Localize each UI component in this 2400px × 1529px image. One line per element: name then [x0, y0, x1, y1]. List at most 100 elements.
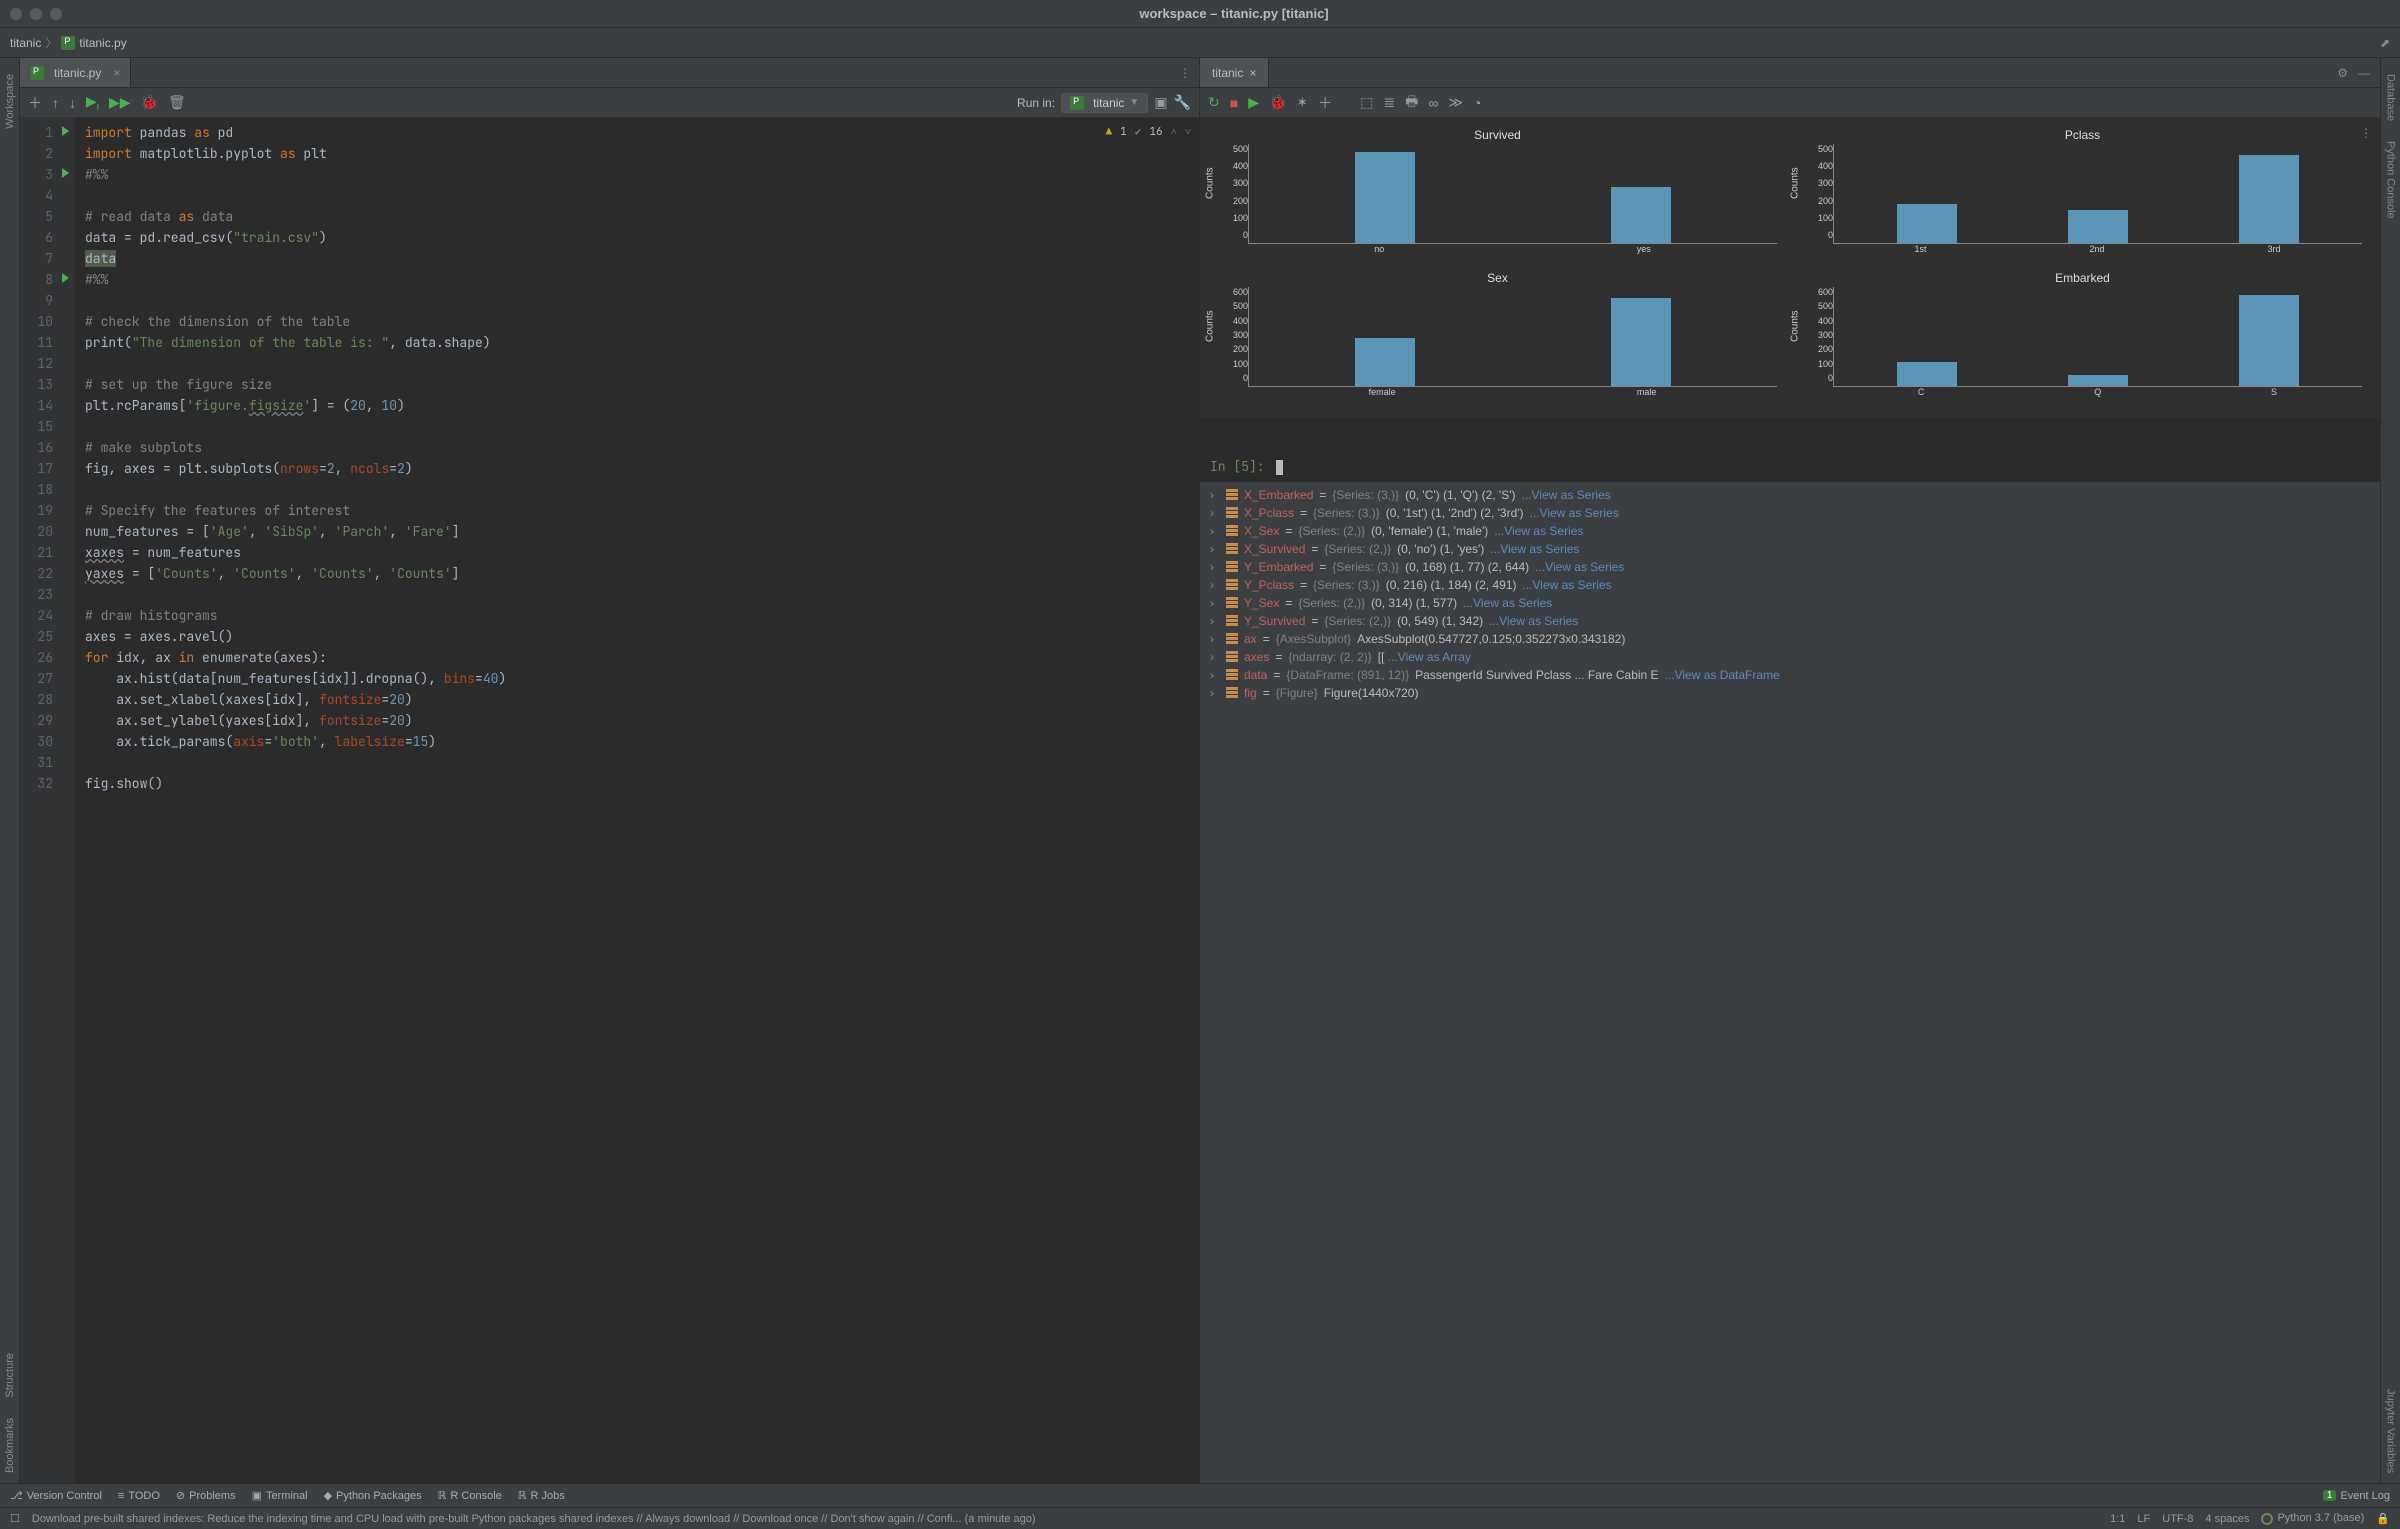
python-packages-button[interactable]: ◆ Python Packages	[324, 1489, 422, 1502]
expand-icon[interactable]: ›	[1210, 596, 1220, 610]
layout-icon-2[interactable]: ≣	[1383, 94, 1395, 111]
expand-icon[interactable]: ›	[1210, 578, 1220, 592]
move-up-icon[interactable]: ↑	[52, 95, 59, 111]
view-as-link[interactable]: ...View as Series	[1490, 542, 1579, 556]
chevron-down-icon[interactable]: ˅	[1185, 122, 1191, 143]
code-editor[interactable]: 1 2 3 4567 8 9101112 13141516 17181920 2…	[20, 118, 1199, 1483]
scroll-to-end-icon[interactable]: ≫	[1448, 94, 1463, 111]
settings-wrench-icon[interactable]: 🔧	[1174, 94, 1191, 111]
expand-icon[interactable]: ›	[1210, 524, 1220, 538]
layout-icon-1[interactable]: ⬚	[1360, 94, 1373, 111]
terminal-button[interactable]: ▣ Terminal	[252, 1489, 308, 1502]
run-gutter-icon[interactable]	[62, 126, 69, 136]
variable-row[interactable]: › data = {DataFrame: (891, 12)} Passenge…	[1200, 666, 2380, 684]
status-tip-icon[interactable]: ☐	[10, 1512, 20, 1525]
version-control-button[interactable]: ⎇ Version Control	[10, 1489, 102, 1502]
expand-icon[interactable]: ›	[1210, 668, 1220, 682]
indent-indicator[interactable]: 4 spaces	[2205, 1513, 2249, 1525]
print-icon[interactable]: 🖶	[1405, 91, 1418, 115]
restart-kernel-icon[interactable]: ↻	[1208, 94, 1220, 111]
stop-kernel-icon[interactable]: ■	[1230, 95, 1238, 111]
minimize-panel-icon[interactable]: —	[2358, 66, 2370, 80]
add-cell-icon[interactable]: ＋	[28, 93, 42, 113]
expand-icon[interactable]: ›	[1210, 686, 1220, 700]
view-as-link[interactable]: ...View as DataFrame	[1665, 668, 1780, 682]
interpreter-indicator[interactable]: Python 3.7 (base)	[2261, 1512, 2364, 1524]
chevron-up-icon[interactable]: ˄	[1171, 122, 1177, 143]
run-all-icon[interactable]: ▶▶	[109, 94, 131, 111]
breadcrumb-file[interactable]: titanic.py	[79, 36, 126, 50]
variable-row[interactable]: › Y_Survived = {Series: (2,)} (0, 549) (…	[1200, 612, 2380, 630]
history-icon[interactable]: ◔	[1473, 95, 1481, 111]
right-tab-titanic[interactable]: titanic ×	[1200, 58, 1269, 87]
view-as-link[interactable]: ...View as Series	[1530, 506, 1619, 520]
expand-icon[interactable]: ›	[1210, 632, 1220, 646]
zoom-window-icon[interactable]	[50, 8, 62, 20]
move-down-icon[interactable]: ↓	[69, 95, 76, 111]
view-as-link[interactable]: ...View as Series	[1463, 596, 1552, 610]
view-as-link[interactable]: ...View as Series	[1522, 488, 1611, 502]
execute-in-console-icon[interactable]: ▣	[1154, 94, 1167, 111]
breadcrumb-project[interactable]: titanic	[10, 36, 41, 50]
open-externally-icon[interactable]: ⬈	[2380, 36, 2390, 50]
run-icon[interactable]: ▶	[1248, 94, 1259, 111]
variable-row[interactable]: › Y_Embarked = {Series: (3,)} (0, 168) (…	[1200, 558, 2380, 576]
run-gutter-icon[interactable]	[62, 168, 69, 178]
event-log-button[interactable]: 1 Event Log	[2323, 1490, 2390, 1502]
console-output[interactable]: In [5]:	[1200, 418, 2380, 482]
run-gutter-icon[interactable]	[62, 273, 69, 283]
debug-icon[interactable]: 🐞	[1269, 94, 1286, 111]
editor-tab-menu-icon[interactable]: ⋮	[1171, 66, 1199, 80]
view-as-link[interactable]: ...View as Series	[1522, 578, 1611, 592]
expand-icon[interactable]: ›	[1210, 542, 1220, 556]
variable-row[interactable]: › axes = {ndarray: (2, 2)} [[ ...View as…	[1200, 648, 2380, 666]
variable-row[interactable]: › X_Embarked = {Series: (3,)} (0, 'C') (…	[1200, 486, 2380, 504]
run-target-select[interactable]: titanic ▼	[1061, 93, 1148, 113]
close-tab-icon[interactable]: ×	[113, 66, 120, 80]
view-as-link[interactable]: ...View as Series	[1535, 560, 1624, 574]
r-jobs-button[interactable]: ℝ R Jobs	[518, 1489, 565, 1502]
bookmarks-tool-button[interactable]: Bookmarks	[4, 1418, 16, 1473]
todo-button[interactable]: ≡ TODO	[118, 1490, 160, 1502]
problems-button[interactable]: ⊘ Problems	[176, 1489, 236, 1502]
python-console-tool-button[interactable]: Python Console	[2385, 141, 2397, 219]
view-as-link[interactable]: ...View as Array	[1388, 650, 1471, 664]
soft-wrap-icon[interactable]: ∞	[1428, 95, 1438, 111]
gear-icon[interactable]: ⚙	[2337, 66, 2348, 80]
debug-cell-icon[interactable]: 🐞	[141, 94, 158, 111]
expand-icon[interactable]: ›	[1210, 614, 1220, 628]
kernel-settings-icon[interactable]: ✶	[1296, 94, 1308, 111]
minimize-window-icon[interactable]	[30, 8, 42, 20]
lock-icon[interactable]: 🔒	[2376, 1512, 2390, 1525]
variable-row[interactable]: › fig = {Figure} Figure(1440x720)	[1200, 684, 2380, 702]
status-message[interactable]: Download pre-built shared indexes: Reduc…	[32, 1513, 1036, 1525]
r-console-button[interactable]: ℝ R Console	[438, 1489, 502, 1502]
structure-tool-button[interactable]: Structure	[4, 1353, 16, 1398]
variable-row[interactable]: › Y_Pclass = {Series: (3,)} (0, 216) (1,…	[1200, 576, 2380, 594]
close-tab-icon[interactable]: ×	[1249, 66, 1256, 80]
close-window-icon[interactable]	[10, 8, 22, 20]
variable-row[interactable]: › X_Sex = {Series: (2,)} (0, 'female') (…	[1200, 522, 2380, 540]
delete-cell-icon[interactable]: 🗑	[168, 94, 186, 111]
view-as-link[interactable]: ...View as Series	[1494, 524, 1583, 538]
variable-row[interactable]: › X_Pclass = {Series: (3,)} (0, '1st') (…	[1200, 504, 2380, 522]
inspection-banner[interactable]: ▲ 1 ✔ 16 ˄ ˅	[1106, 122, 1191, 143]
database-tool-button[interactable]: Database	[2385, 74, 2397, 121]
line-sep-indicator[interactable]: LF	[2137, 1513, 2150, 1525]
view-as-link[interactable]: ...View as Series	[1489, 614, 1578, 628]
variable-row[interactable]: › Y_Sex = {Series: (2,)} (0, 314) (1, 57…	[1200, 594, 2380, 612]
add-icon[interactable]: ＋	[1318, 93, 1332, 113]
jupyter-variables-tool-button[interactable]: Jupyter Variables	[2385, 1389, 2397, 1473]
line-col-indicator[interactable]: 1:1	[2110, 1513, 2125, 1525]
editor-tab-titanic[interactable]: titanic.py ×	[20, 58, 131, 87]
variable-row[interactable]: › X_Survived = {Series: (2,)} (0, 'no') …	[1200, 540, 2380, 558]
expand-icon[interactable]: ›	[1210, 650, 1220, 664]
expand-icon[interactable]: ›	[1210, 488, 1220, 502]
encoding-indicator[interactable]: UTF-8	[2162, 1513, 2193, 1525]
workspace-tool-button[interactable]: Workspace	[4, 74, 16, 129]
expand-icon[interactable]: ›	[1210, 560, 1220, 574]
expand-icon[interactable]: ›	[1210, 506, 1220, 520]
code-text[interactable]: import pandas as pdimport matplotlib.pyp…	[75, 118, 1199, 1483]
variable-row[interactable]: › ax = {AxesSubplot} AxesSubplot(0.54772…	[1200, 630, 2380, 648]
run-cell-icon[interactable]: ▶I	[86, 93, 99, 112]
